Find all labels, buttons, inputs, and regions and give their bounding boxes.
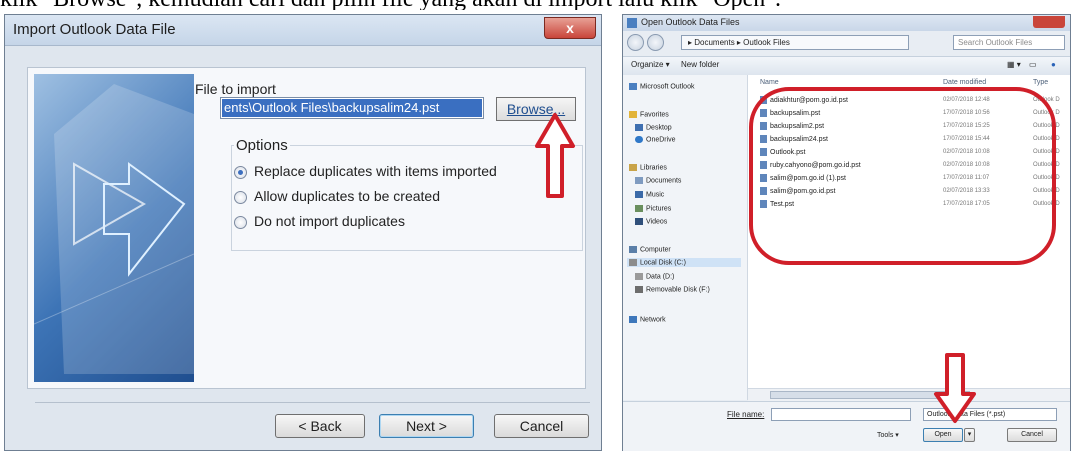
file-path-value: ents\Outlook Files\backupsalim24.pst — [222, 99, 482, 117]
usb-drive-icon — [635, 286, 643, 293]
cloud-icon — [635, 136, 643, 143]
star-icon — [629, 111, 637, 118]
wizard-arrow-icon — [34, 84, 194, 374]
videos-icon — [635, 218, 643, 225]
nav-pictures[interactable]: Pictures — [635, 205, 671, 212]
highlight-oval — [749, 87, 1056, 265]
breadcrumb[interactable]: ▸ Documents ▸ Outlook Files — [681, 35, 909, 50]
column-date-modified[interactable]: Date modified — [943, 79, 986, 86]
nav-desktop[interactable]: Desktop — [635, 124, 672, 131]
file-to-import-label: File to import — [195, 81, 276, 97]
library-icon — [629, 164, 637, 171]
file-name-input[interactable] — [771, 408, 911, 421]
back-arrow-icon[interactable] — [627, 34, 644, 51]
outlook-icon — [627, 18, 637, 28]
file-dialog-close-button[interactable] — [1033, 16, 1065, 28]
back-button[interactable]: < Back — [275, 414, 365, 438]
button-separator — [35, 402, 590, 403]
nav-removable-disk[interactable]: Removable Disk (F:) — [635, 286, 710, 293]
preview-pane-icon[interactable]: ▭ — [1029, 60, 1037, 69]
address-bar-row: ▸ Documents ▸ Outlook Files Search Outlo… — [623, 31, 1070, 55]
do-not-import-label[interactable]: Do not import duplicates — [254, 213, 405, 229]
open-button[interactable]: Open — [923, 428, 963, 442]
nav-music[interactable]: Music — [635, 191, 664, 198]
music-icon — [635, 191, 643, 198]
column-type[interactable]: Type — [1033, 79, 1048, 86]
file-path-field[interactable]: ents\Outlook Files\backupsalim24.pst — [220, 97, 484, 119]
allow-duplicates-label[interactable]: Allow duplicates to be created — [254, 188, 440, 204]
desktop-icon — [635, 124, 643, 131]
wizard-illustration — [34, 74, 194, 382]
computer-icon — [629, 246, 637, 253]
nav-onedrive[interactable]: OneDrive — [635, 136, 676, 143]
network-icon — [629, 316, 637, 323]
tools-menu[interactable]: Tools ▾ — [877, 431, 899, 439]
organize-menu[interactable]: Organize ▾ — [631, 60, 670, 69]
horizontal-scrollbar[interactable] — [748, 388, 1070, 401]
open-dropdown-arrow-icon[interactable]: ▾ — [964, 428, 975, 442]
forward-arrow-icon[interactable] — [647, 34, 664, 51]
red-up-arrow-icon — [535, 113, 575, 198]
caption-text: klik "Browse", kemudian cari dan pilih f… — [0, 0, 1073, 10]
file-dialog-toolbar: Organize ▾ New folder ▦ ▾ ▭ ● — [623, 56, 1070, 76]
nav-data-drive[interactable]: Data (D:) — [635, 273, 674, 280]
file-dialog-title: Open Outlook Data Files — [641, 17, 740, 27]
column-name[interactable]: Name — [760, 79, 779, 86]
nav-libraries[interactable]: Libraries — [629, 164, 667, 171]
help-icon[interactable]: ● — [1051, 60, 1056, 69]
replace-duplicates-radio[interactable] — [234, 166, 247, 179]
drive-icon — [629, 259, 637, 266]
close-button[interactable]: x — [544, 17, 596, 39]
outlook-icon — [629, 83, 637, 90]
nav-local-disk[interactable]: Local Disk (C:) — [627, 258, 741, 268]
file-name-label: File name: — [727, 410, 765, 419]
nav-documents[interactable]: Documents — [635, 177, 681, 184]
pictures-icon — [635, 205, 643, 212]
file-dialog-footer: File name: Outlook Data Files (*.pst) To… — [623, 401, 1070, 451]
replace-duplicates-label[interactable]: Replace duplicates with items imported — [254, 163, 497, 179]
do-not-import-radio[interactable] — [234, 216, 247, 229]
options-label: Options — [234, 137, 290, 154]
cancel-button[interactable]: Cancel — [494, 414, 589, 438]
view-options-icon[interactable]: ▦ ▾ — [1007, 60, 1021, 69]
new-folder-button[interactable]: New folder — [681, 60, 719, 69]
red-down-arrow-icon — [934, 353, 976, 423]
nav-favorites[interactable]: Favorites — [629, 111, 669, 118]
import-dialog-titlebar: Import Outlook Data File x — [5, 15, 601, 46]
import-dialog: Import Outlook Data File x File to impor… — [4, 14, 602, 451]
nav-videos[interactable]: Videos — [635, 218, 667, 225]
file-dialog-titlebar: Open Outlook Data Files — [623, 15, 1070, 31]
search-input[interactable]: Search Outlook Files — [953, 35, 1065, 50]
nav-computer[interactable]: Computer — [629, 246, 671, 253]
nav-network[interactable]: Network — [629, 316, 666, 323]
drive-icon — [635, 273, 643, 280]
next-button[interactable]: Next > — [379, 414, 474, 438]
documents-icon — [635, 177, 643, 184]
navigation-pane: Microsoft Outlook Favorites Desktop OneD… — [623, 75, 748, 400]
file-dialog-cancel-button[interactable]: Cancel — [1007, 428, 1057, 442]
allow-duplicates-radio[interactable] — [234, 191, 247, 204]
import-dialog-title: Import Outlook Data File — [13, 21, 176, 38]
nav-microsoft-outlook[interactable]: Microsoft Outlook — [629, 83, 694, 90]
